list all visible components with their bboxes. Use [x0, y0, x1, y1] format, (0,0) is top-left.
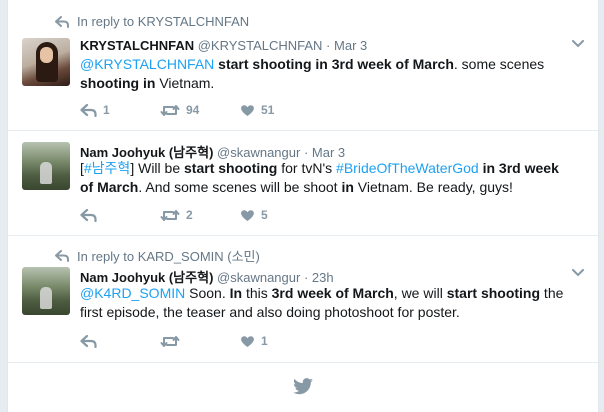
reply-context[interactable]: In reply to KRYSTALCHNFAN	[55, 14, 249, 29]
retweet-count: 94	[186, 103, 200, 117]
avatar[interactable]	[22, 142, 70, 190]
separator-dot: ·	[303, 270, 309, 285]
twitter-bird-icon	[293, 378, 313, 395]
like-button[interactable]: 5	[240, 208, 320, 222]
reply-icon	[80, 334, 97, 348]
tweet[interactable]: In reply to KRYSTALCHNFAN KRYSTALCHNFAN …	[8, 0, 598, 131]
reply-icon	[80, 208, 97, 222]
chevron-down-icon[interactable]	[572, 269, 584, 277]
like-count: 5	[261, 208, 268, 222]
chevron-down-icon[interactable]	[572, 40, 584, 48]
author-handle[interactable]: @skawnangur	[217, 145, 300, 160]
separator-dot: ·	[303, 145, 309, 160]
timeline: In reply to KRYSTALCHNFAN KRYSTALCHNFAN …	[7, 0, 599, 412]
separator-dot: ·	[326, 38, 331, 53]
avatar[interactable]	[22, 267, 70, 315]
tweet-actions: 1 94 51	[80, 103, 320, 117]
tweet-text: @KRYSTALCHNFAN start shooting in 3rd wee…	[80, 56, 545, 91]
reply-button[interactable]: 1	[80, 103, 160, 117]
author-name[interactable]: KRYSTALCHNFAN	[80, 38, 194, 53]
mention-link[interactable]: @KRYSTALCHNFAN	[80, 56, 214, 72]
author-name[interactable]: Nam Joohyuk (남주혁)	[80, 145, 213, 160]
timestamp[interactable]: 23h	[312, 270, 334, 285]
reply-arrow-icon	[55, 15, 69, 28]
like-count: 51	[261, 103, 275, 117]
tweet[interactable]: In reply to KARD_SOMIN (소민) Nam Joohyuk …	[8, 236, 598, 363]
retweet-icon	[160, 335, 180, 347]
reply-button[interactable]	[80, 208, 160, 222]
author-name[interactable]: Nam Joohyuk (남주혁)	[80, 270, 213, 285]
reply-icon	[80, 103, 97, 117]
retweet-button[interactable]	[160, 335, 240, 348]
retweet-icon	[160, 104, 180, 116]
tweet[interactable]: Nam Joohyuk (남주혁) @skawnangur · Mar 3 [#…	[8, 131, 598, 236]
timestamp[interactable]: Mar 3	[334, 38, 367, 53]
retweet-button[interactable]: 94	[160, 103, 240, 117]
heart-icon	[241, 104, 254, 116]
reply-arrow-icon	[55, 249, 69, 262]
like-button[interactable]: 1	[240, 334, 320, 348]
tweet-actions: 1	[80, 334, 320, 348]
tweet-text: @K4RD_SOMIN Soon. In this 3rd week of Ma…	[80, 285, 564, 320]
avatar[interactable]	[22, 38, 70, 86]
hashtag-link[interactable]: #남주혁	[84, 160, 130, 176]
tweet-header: KRYSTALCHNFAN @KRYSTALCHNFAN · Mar 3	[80, 38, 367, 53]
like-button[interactable]: 51	[240, 103, 320, 117]
reply-context-text: In reply to KRYSTALCHNFAN	[77, 14, 250, 29]
mention-link[interactable]: @K4RD_SOMIN	[80, 285, 185, 301]
retweet-icon	[160, 209, 180, 221]
timestamp[interactable]: Mar 3	[312, 145, 345, 160]
author-handle[interactable]: @skawnangur	[217, 270, 300, 285]
tweet-text: [#남주혁] Will be start shooting for tvN's …	[80, 160, 559, 195]
reply-context-text: In reply to KARD_SOMIN (소민)	[77, 249, 260, 264]
author-handle[interactable]: @KRYSTALCHNFAN	[198, 38, 323, 53]
tweet-actions: 2 5	[80, 208, 320, 222]
heart-icon	[241, 335, 254, 347]
reply-button[interactable]	[80, 334, 160, 348]
reply-context[interactable]: In reply to KARD_SOMIN (소민)	[55, 246, 260, 265]
like-count: 1	[261, 334, 268, 348]
retweet-button[interactable]: 2	[160, 208, 240, 222]
hashtag-link[interactable]: #BrideOfTheWaterGod	[336, 160, 479, 176]
retweet-count: 2	[186, 208, 193, 222]
reply-count: 1	[103, 103, 110, 117]
heart-icon	[241, 209, 254, 221]
